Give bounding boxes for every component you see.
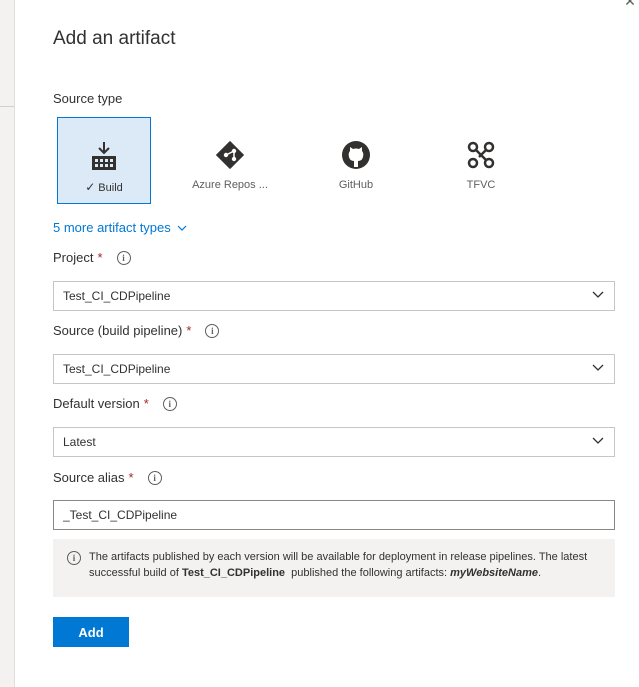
add-button[interactable]: Add [53, 617, 129, 647]
source-type-tfvc[interactable]: TFVC [434, 117, 528, 204]
default-version-value: Latest [63, 435, 96, 449]
info-icon[interactable]: i [205, 323, 220, 338]
chevron-down-icon [592, 437, 604, 444]
project-dropdown[interactable]: Test_CI_CDPipeline [53, 281, 615, 311]
background-page-edge [0, 0, 15, 687]
azure-repos-icon [183, 139, 277, 171]
tfvc-icon [434, 139, 528, 171]
source-type-azure-repos[interactable]: Azure Repos ... [183, 117, 277, 204]
project-value: Test_CI_CDPipeline [63, 289, 171, 303]
required-marker: * [128, 470, 134, 485]
artifacts-info-message: i The artifacts published by each versio… [53, 539, 615, 597]
required-marker: * [143, 396, 149, 411]
info-artifact-name: myWebsiteName [450, 567, 538, 579]
info-text-middle: published the following artifacts: [285, 567, 451, 579]
chevron-down-icon [177, 225, 187, 231]
default-version-dropdown[interactable]: Latest [53, 427, 615, 457]
source-type-build[interactable]: ✓ Build [57, 117, 151, 204]
checkmark-icon: ✓ [85, 180, 96, 194]
source-type-label: Source type [53, 91, 123, 106]
add-artifact-panel: Add an artifact Source type ✓ Build Azur… [15, 0, 639, 687]
source-pipeline-dropdown[interactable]: Test_CI_CDPipeline [53, 354, 615, 384]
default-version-label: Default version * i [53, 396, 177, 411]
info-text-after: . [537, 567, 542, 579]
source-type-azure-repos-label: Azure Repos ... [192, 179, 268, 191]
info-icon[interactable]: i [162, 396, 177, 411]
more-artifact-types-link[interactable]: 5 more artifact types [53, 220, 187, 235]
chevron-down-icon [592, 291, 604, 298]
source-type-github-label: GitHub [338, 179, 374, 191]
info-icon[interactable]: i [147, 470, 162, 485]
close-icon[interactable]: ✕ [623, 0, 637, 8]
info-icon: i [67, 551, 81, 565]
required-marker: * [97, 250, 103, 265]
required-marker: * [186, 323, 192, 338]
dialog-title: Add an artifact [53, 28, 176, 49]
source-alias-input[interactable] [53, 500, 615, 530]
info-icon[interactable]: i [116, 250, 131, 265]
project-label: Project * i [53, 250, 131, 265]
source-alias-label: Source alias * i [53, 470, 162, 485]
github-icon [309, 139, 403, 171]
source-type-tfvc-label: TFVC [466, 179, 496, 191]
source-pipeline-value: Test_CI_CDPipeline [63, 362, 171, 376]
build-icon [58, 140, 150, 172]
chevron-down-icon [592, 364, 604, 371]
source-pipeline-label: Source (build pipeline) * i [53, 323, 220, 338]
source-type-build-label: ✓ Build [85, 180, 123, 194]
more-artifact-types-label: 5 more artifact types [53, 220, 171, 235]
background-divider [0, 106, 14, 107]
source-type-github[interactable]: GitHub [309, 117, 403, 204]
info-pipeline-name: Test_CI_CDPipeline [181, 567, 286, 579]
